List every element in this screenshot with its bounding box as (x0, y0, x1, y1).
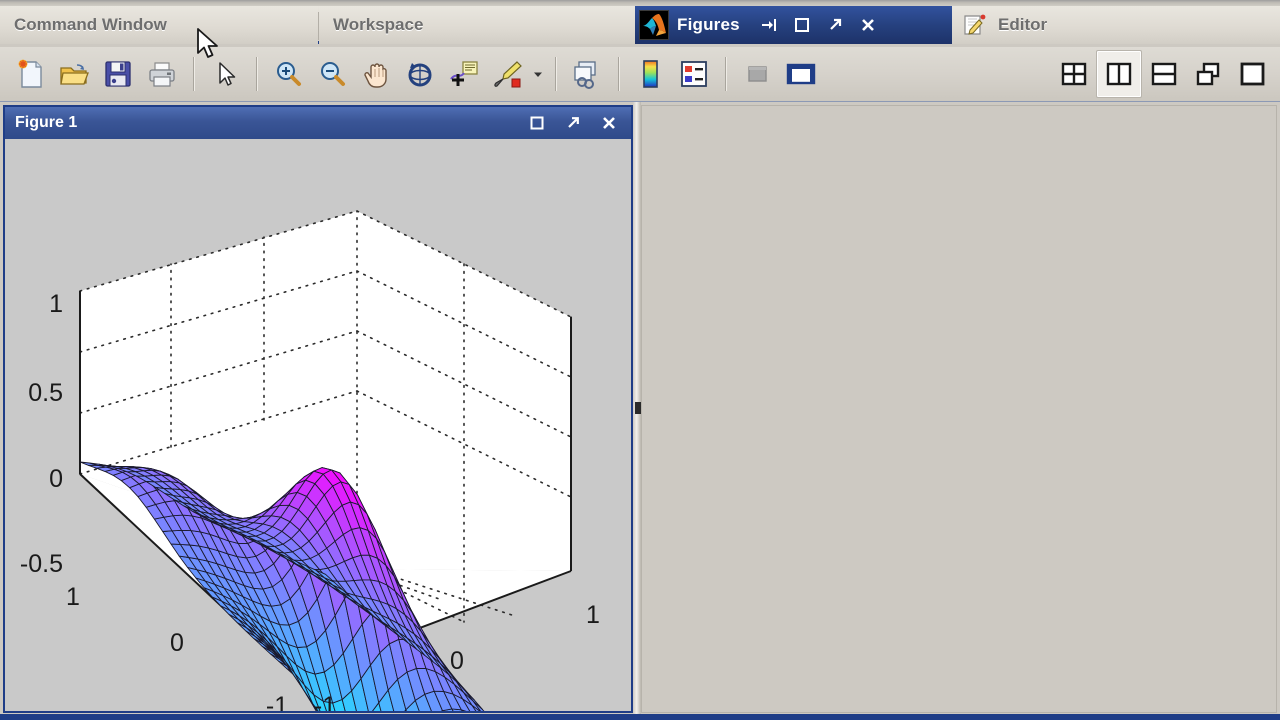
z-tick-0: 0 (49, 465, 63, 493)
tab-figures[interactable]: Figures (635, 6, 952, 44)
editor-pencil-icon (962, 13, 988, 37)
layout-rows-icon[interactable] (1142, 51, 1186, 97)
toolbar-separator (618, 57, 619, 91)
tab-editor[interactable]: Editor (952, 6, 1280, 44)
open-folder-icon[interactable] (52, 51, 96, 97)
x-tick-neg1: -1 (314, 692, 336, 711)
close-icon[interactable] (599, 113, 619, 133)
tab-label: Command Window (14, 15, 167, 34)
tab-label: Editor (998, 15, 1048, 34)
colorbar-icon[interactable] (628, 51, 672, 97)
figures-toolbar (0, 47, 1280, 102)
zoom-out-icon[interactable] (310, 51, 354, 97)
print-icon[interactable] (140, 51, 184, 97)
figures-workspace: Figure 1 1 0.5 0 -0.5 1 0 -1 -1 0 1 (0, 102, 1280, 720)
layout-single-icon[interactable] (1230, 51, 1274, 97)
undock-arrow-icon[interactable] (563, 113, 583, 133)
document-tab-bar: Command Window Workspace Figures Editor (0, 6, 1280, 44)
surface-plot[interactable]: 1 0.5 0 -0.5 1 0 -1 -1 0 1 (5, 139, 631, 711)
pan-hand-icon[interactable] (354, 51, 398, 97)
undock-arrow-icon[interactable] (824, 14, 846, 36)
matlab-logo-icon (639, 10, 669, 40)
hide-plot-tools-icon[interactable] (735, 51, 779, 97)
tab-label: Figures (677, 15, 740, 34)
figure-title-bar[interactable]: Figure 1 (5, 107, 631, 139)
y-tick-neg1: -1 (266, 692, 288, 711)
y-tick-0: 0 (170, 629, 184, 657)
matlab-desktop: Command Window Workspace Figures Editor … (0, 0, 1280, 720)
tab-window-buttons (758, 14, 879, 36)
chevron-down-icon[interactable] (530, 51, 546, 97)
legend-icon[interactable] (672, 51, 716, 97)
z-tick-05: 0.5 (28, 379, 63, 407)
x-tick-1: 1 (586, 601, 600, 629)
figure-canvas[interactable]: 1 0.5 0 -0.5 1 0 -1 -1 0 1 (5, 139, 631, 711)
maximize-icon[interactable] (527, 113, 547, 133)
toolbar-separator (256, 57, 257, 91)
toolbar-separator (193, 57, 194, 91)
toolbar-separator (555, 57, 556, 91)
tab-command-window[interactable]: Command Window (0, 6, 318, 44)
link-plot-icon[interactable] (565, 51, 609, 97)
arrow-pointer-icon[interactable] (203, 51, 247, 97)
y-tick-1: 1 (66, 583, 80, 611)
tab-workspace[interactable]: Workspace (319, 6, 635, 44)
brush-icon[interactable] (486, 51, 530, 97)
pane-splitter[interactable] (633, 102, 642, 720)
window-bottom-border (0, 714, 1280, 720)
maximize-icon[interactable] (791, 14, 813, 36)
new-file-icon[interactable] (8, 51, 52, 97)
dock-arrow-icon[interactable] (758, 14, 780, 36)
empty-figure-pane[interactable] (641, 105, 1277, 713)
figure-panel: Figure 1 1 0.5 0 -0.5 1 0 -1 -1 0 1 (3, 105, 633, 713)
layout-cascade-icon[interactable] (1186, 51, 1230, 97)
figure-title-label: Figure 1 (15, 114, 78, 131)
z-tick-neg05: -0.5 (20, 550, 63, 578)
toolbar-separator (725, 57, 726, 91)
rotate-3d-icon[interactable] (398, 51, 442, 97)
z-tick-1: 1 (49, 290, 63, 318)
close-icon[interactable] (857, 14, 879, 36)
zoom-in-icon[interactable] (266, 51, 310, 97)
layout-columns-icon[interactable] (1096, 50, 1142, 98)
x-tick-0: 0 (450, 647, 464, 675)
figure-window-buttons (527, 113, 625, 133)
tab-label: Workspace (333, 15, 424, 34)
data-cursor-icon[interactable] (442, 51, 486, 97)
save-disk-icon[interactable] (96, 51, 140, 97)
show-plot-tools-icon[interactable] (779, 51, 823, 97)
layout-grid-icon[interactable] (1052, 51, 1096, 97)
